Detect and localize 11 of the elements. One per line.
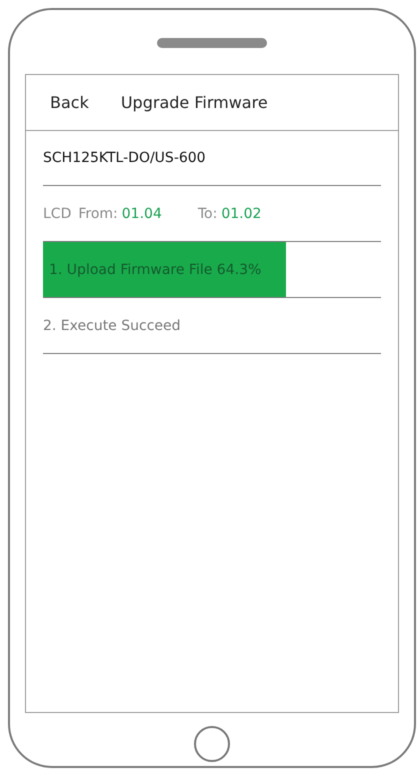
version-label: LCD — [43, 206, 72, 222]
step-label: 2. Execute Succeed — [43, 298, 381, 354]
home-button[interactable] — [194, 726, 230, 762]
step-label: 1. Upload Firmware File 64.3% — [48, 262, 262, 278]
screen-title: Upgrade Firmware — [120, 93, 268, 112]
from-version: 01.04 — [122, 206, 162, 222]
to-label: To: — [198, 206, 218, 222]
from-label: From: — [78, 206, 118, 222]
back-link[interactable]: Back — [50, 93, 89, 112]
device-model: SCH125KTL-DO/US-600 — [43, 131, 381, 186]
to-version: 01.02 — [221, 206, 262, 222]
